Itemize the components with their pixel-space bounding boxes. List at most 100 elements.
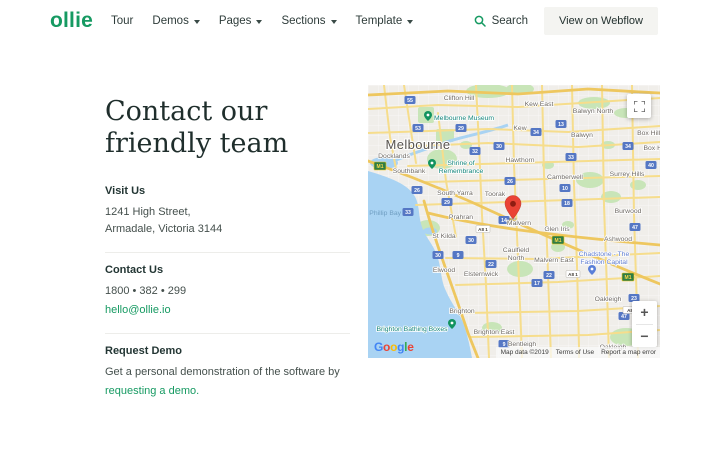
fullscreen-icon — [633, 100, 645, 112]
map-label-docklands: Docklands — [378, 153, 410, 160]
request-demo-link[interactable]: requesting a demo. — [105, 383, 199, 400]
map-label-bathing-boxes: Brighton Bathing Boxes — [376, 326, 448, 333]
road-shield: 32 — [472, 149, 478, 155]
road-shield: 33 — [568, 155, 574, 161]
map-label-melbourne-museum: Melbourne Museum — [434, 115, 494, 122]
road-shield: 9 — [457, 253, 460, 259]
report-map-error-link[interactable]: Report a map error — [601, 349, 656, 356]
visit-us-section: Visit Us 1241 High Street, Armadale, Vic… — [105, 174, 350, 252]
road-shield: M1 — [555, 238, 562, 244]
map-label-st-kilda: St Kilda — [432, 233, 456, 240]
road-shield: 13 — [558, 122, 564, 128]
google-logo[interactable]: Google — [374, 340, 414, 354]
nav-item-template[interactable]: Template — [356, 15, 414, 27]
road-shield: 22 — [546, 273, 552, 279]
map-label-chadstone-line1: Chadstone - The — [579, 251, 630, 258]
header-right: Search View on Webflow — [474, 7, 658, 35]
map-label-brighton-east: Brighton East — [474, 329, 515, 336]
view-on-webflow-button[interactable]: View on Webflow — [544, 7, 658, 35]
map-label-caulfield-line1: Caulfield — [503, 247, 530, 254]
email-link[interactable]: hello@ollie.io — [105, 302, 171, 319]
google-letter: e — [407, 340, 414, 354]
visit-address-line2: Armadale, Victoria 3144 — [105, 222, 223, 235]
road-shield: 18 — [564, 201, 570, 207]
map-label-malvern: Malvern — [507, 220, 531, 227]
map-label-kew: Kew — [513, 125, 526, 132]
road-shield: 34 — [625, 144, 631, 150]
search-label: Search — [491, 15, 529, 27]
map-label-caulfield-line2: North — [508, 255, 525, 262]
map-canvas[interactable]: 55 53 29 32 30 13 34 33 34 40 26 18 14 2… — [368, 85, 660, 358]
road-shield: 30 — [496, 144, 502, 150]
chevron-down-icon — [256, 19, 263, 24]
map-label-hawthorn: Hawthorn — [505, 157, 534, 164]
visit-us-title: Visit Us — [105, 184, 146, 197]
search-icon — [474, 15, 486, 27]
nav-item-pages[interactable]: Pages — [219, 15, 263, 27]
road-shield: 53 — [415, 126, 421, 132]
google-letter: G — [374, 340, 384, 354]
contact-us-title: Contact Us — [105, 263, 164, 276]
map-label-kew-east: Kew East — [525, 101, 554, 108]
road-shield: 30 — [468, 238, 474, 244]
map-label-chadstone-line2: Fashion Capital — [580, 259, 628, 266]
map-label-balwyn-north: Balwyn North — [573, 108, 614, 115]
chevron-down-icon — [330, 19, 337, 24]
request-demo-text: Get a personal demonstration of the soft… — [105, 365, 340, 378]
road-shield: 30 — [435, 253, 441, 259]
map-label-shrine-line1: Shrine of — [447, 160, 474, 167]
map-label-box-hill: Box Hill — [643, 145, 660, 152]
map-label-box-hill-north: Box Hill N — [637, 130, 660, 137]
road-shield: 10 — [562, 186, 568, 192]
nav-label: Pages — [218, 15, 252, 27]
zoom-in-button[interactable]: + — [632, 301, 657, 324]
nav-label: Template — [355, 15, 403, 27]
map-label-surrey-hills: Surrey Hills — [610, 171, 645, 178]
map-label-southbank: Southbank — [393, 168, 426, 175]
title-line2: friendly team — [105, 127, 289, 159]
map-label-clifton-hill: Clifton Hill — [444, 95, 475, 102]
fullscreen-button[interactable] — [627, 94, 651, 118]
map-label-port-phillip-bay: Port Phillip Bay — [368, 210, 402, 217]
contact-content: Contact our friendly team Visit Us 1241 H… — [105, 96, 350, 414]
nav-label: Tour — [111, 15, 134, 27]
google-map[interactable]: 55 53 29 32 30 13 34 33 34 40 26 18 14 2… — [368, 85, 660, 358]
title-line1: Contact our — [105, 96, 268, 127]
map-label-elsternwick: Elsternwick — [464, 271, 499, 278]
map-label-oakleigh: Oakleigh — [595, 296, 622, 303]
nav-item-demos[interactable]: Demos — [152, 15, 200, 27]
map-label-south-yarra: South Yarra — [437, 190, 473, 197]
road-shield: A8 1 — [568, 272, 578, 277]
road-shield: 33 — [405, 210, 411, 216]
map-label-balwyn: Balwyn — [571, 132, 593, 139]
header: ollie Tour Demos Pages Sections Template… — [0, 0, 720, 42]
road-shield: 29 — [444, 200, 450, 206]
road-shield: 26 — [507, 179, 513, 185]
chevron-down-icon — [193, 19, 200, 24]
map-label-melbourne: Melbourne — [385, 137, 450, 152]
terms-of-use-link[interactable]: Terms of Use — [556, 349, 594, 356]
map-label-ashwood: Ashwood — [604, 236, 632, 243]
map-label-shrine-line2: Remembrance — [439, 168, 484, 175]
road-shield: 47 — [632, 225, 638, 231]
map-label-elwood: Elwood — [433, 267, 456, 274]
logo[interactable]: ollie — [50, 9, 93, 33]
request-demo-section: Request Demo Get a personal demonstratio… — [105, 332, 350, 414]
page-title: Contact our friendly team — [105, 96, 350, 160]
chevron-down-icon — [407, 19, 414, 24]
page: ollie Tour Demos Pages Sections Template… — [0, 0, 720, 450]
map-attribution: Map data ©2019 Terms of Use Report a map… — [495, 347, 660, 358]
map-label-burwood: Burwood — [615, 208, 642, 215]
visit-address-line1: 1241 High Street, — [105, 205, 191, 218]
map-label-brighton: Brighton — [449, 308, 475, 315]
search-button[interactable]: Search — [474, 15, 528, 27]
nav-item-tour[interactable]: Tour — [111, 15, 133, 27]
zoom-out-button[interactable]: − — [632, 325, 657, 348]
zoom-control: + − — [632, 301, 657, 347]
nav-item-sections[interactable]: Sections — [281, 15, 337, 27]
nav-label: Demos — [152, 15, 189, 27]
nav-label: Sections — [281, 15, 326, 27]
road-shield: 55 — [407, 98, 413, 104]
main-nav: Tour Demos Pages Sections Template — [111, 15, 414, 27]
road-shield: 22 — [488, 262, 494, 268]
